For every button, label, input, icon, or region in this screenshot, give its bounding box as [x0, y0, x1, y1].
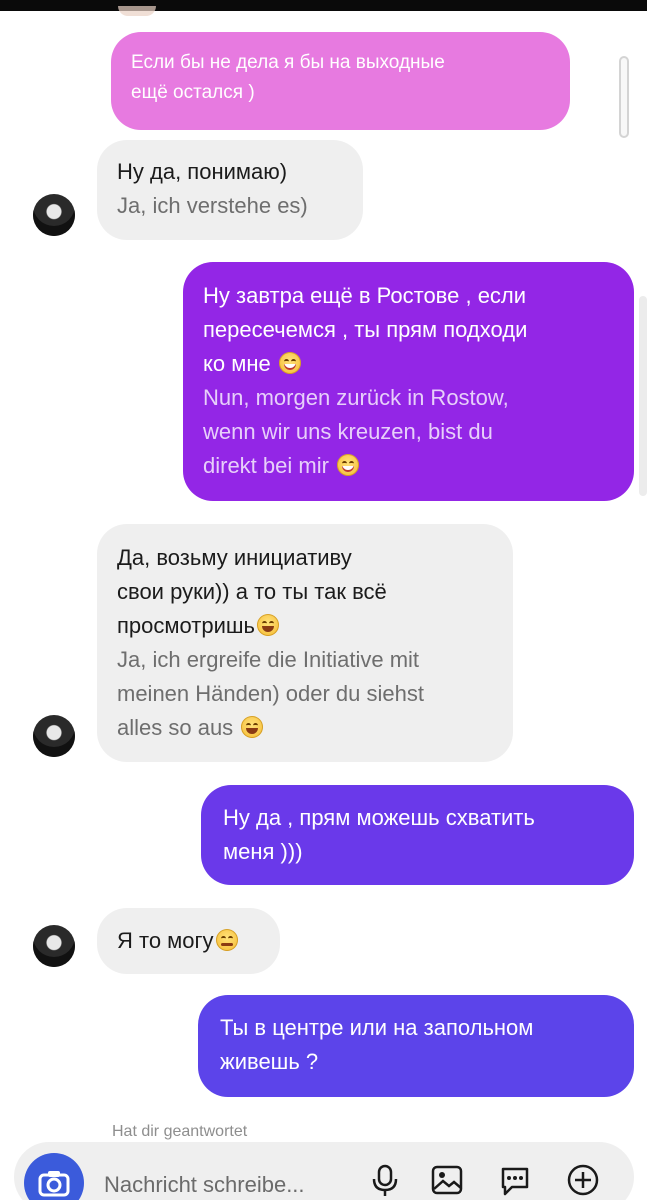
message-text: Ну завтра ещё в Ростове , если [203, 283, 527, 308]
message-text: Ну да , прям можешь схватить [223, 805, 535, 830]
message-received-1[interactable]: Ну да, понимаю) Ja, ich verstehe es) [97, 140, 363, 240]
grinning-emoji-icon [256, 614, 279, 636]
camera-icon [38, 1171, 70, 1197]
microphone-icon[interactable] [368, 1163, 402, 1197]
message-translation: wenn wir uns kreuzen, bist du [203, 419, 493, 444]
message-text: просмотришь [117, 613, 255, 638]
message-translation: Nun, morgen zurück in Rostow, [203, 385, 509, 410]
message-text: живешь ? [220, 1049, 319, 1074]
scroll-indicator [639, 296, 647, 496]
message-translation: meinen Händen) oder du siehst [117, 681, 424, 706]
chat-screen: Если бы не дела я бы на выходные ещё ост… [0, 0, 647, 1200]
message-translation: Ja, ich verstehe es) [117, 193, 308, 218]
message-text: ещё остался ) [131, 82, 255, 103]
scrollbar[interactable] [619, 56, 629, 138]
message-text: Я то могу [117, 928, 214, 953]
avatar[interactable] [33, 715, 75, 757]
message-received-3[interactable]: Я то могу [97, 908, 280, 974]
message-text: меня ))) [223, 839, 303, 864]
message-translation: Ja, ich ergreife die Initiative mit [117, 647, 420, 672]
message-text: свои руки)) а то ты так всё [117, 579, 387, 604]
message-text: Да, возьму инициативу [117, 545, 352, 570]
message-sent-2[interactable]: Ну завтра ещё в Ростове , если пересечем… [183, 262, 634, 501]
message-translation: alles so aus [117, 715, 234, 740]
gallery-icon[interactable] [430, 1163, 464, 1197]
status-bar [0, 0, 647, 11]
laughing-tears-emoji-icon [278, 352, 301, 374]
message-text: Ну да, понимаю) [117, 159, 288, 184]
message-translation: direkt bei mir [203, 453, 329, 478]
message-sent-3[interactable]: Ну да , прям можешь схватить меня ))) [201, 785, 634, 885]
reply-status: Hat dir geantwortet [112, 1123, 248, 1140]
cropped-avatar-edge [118, 6, 156, 16]
message-text: Если бы не дела я бы на выходные [131, 52, 445, 73]
laughing-tears-emoji-icon [337, 454, 360, 476]
message-text: Ты в центре или на запольном [220, 1015, 534, 1040]
message-text: пересечемся , ты прям подходи [203, 317, 528, 342]
avatar[interactable] [33, 194, 75, 236]
message-sent-1[interactable]: Если бы не дела я бы на выходные ещё ост… [111, 32, 570, 130]
message-received-2[interactable]: Да, возьму инициативу свои руки)) а то т… [97, 524, 513, 762]
message-input[interactable]: Nachricht schreibe... [104, 1172, 305, 1198]
sticker-icon[interactable] [498, 1163, 532, 1197]
avatar[interactable] [33, 925, 75, 967]
message-text: ко мне [203, 351, 271, 376]
message-sent-4[interactable]: Ты в центре или на запольном живешь ? [198, 995, 634, 1097]
plus-icon[interactable] [566, 1163, 600, 1197]
winking-emoji-icon [215, 929, 238, 951]
grinning-emoji-icon [241, 716, 264, 738]
